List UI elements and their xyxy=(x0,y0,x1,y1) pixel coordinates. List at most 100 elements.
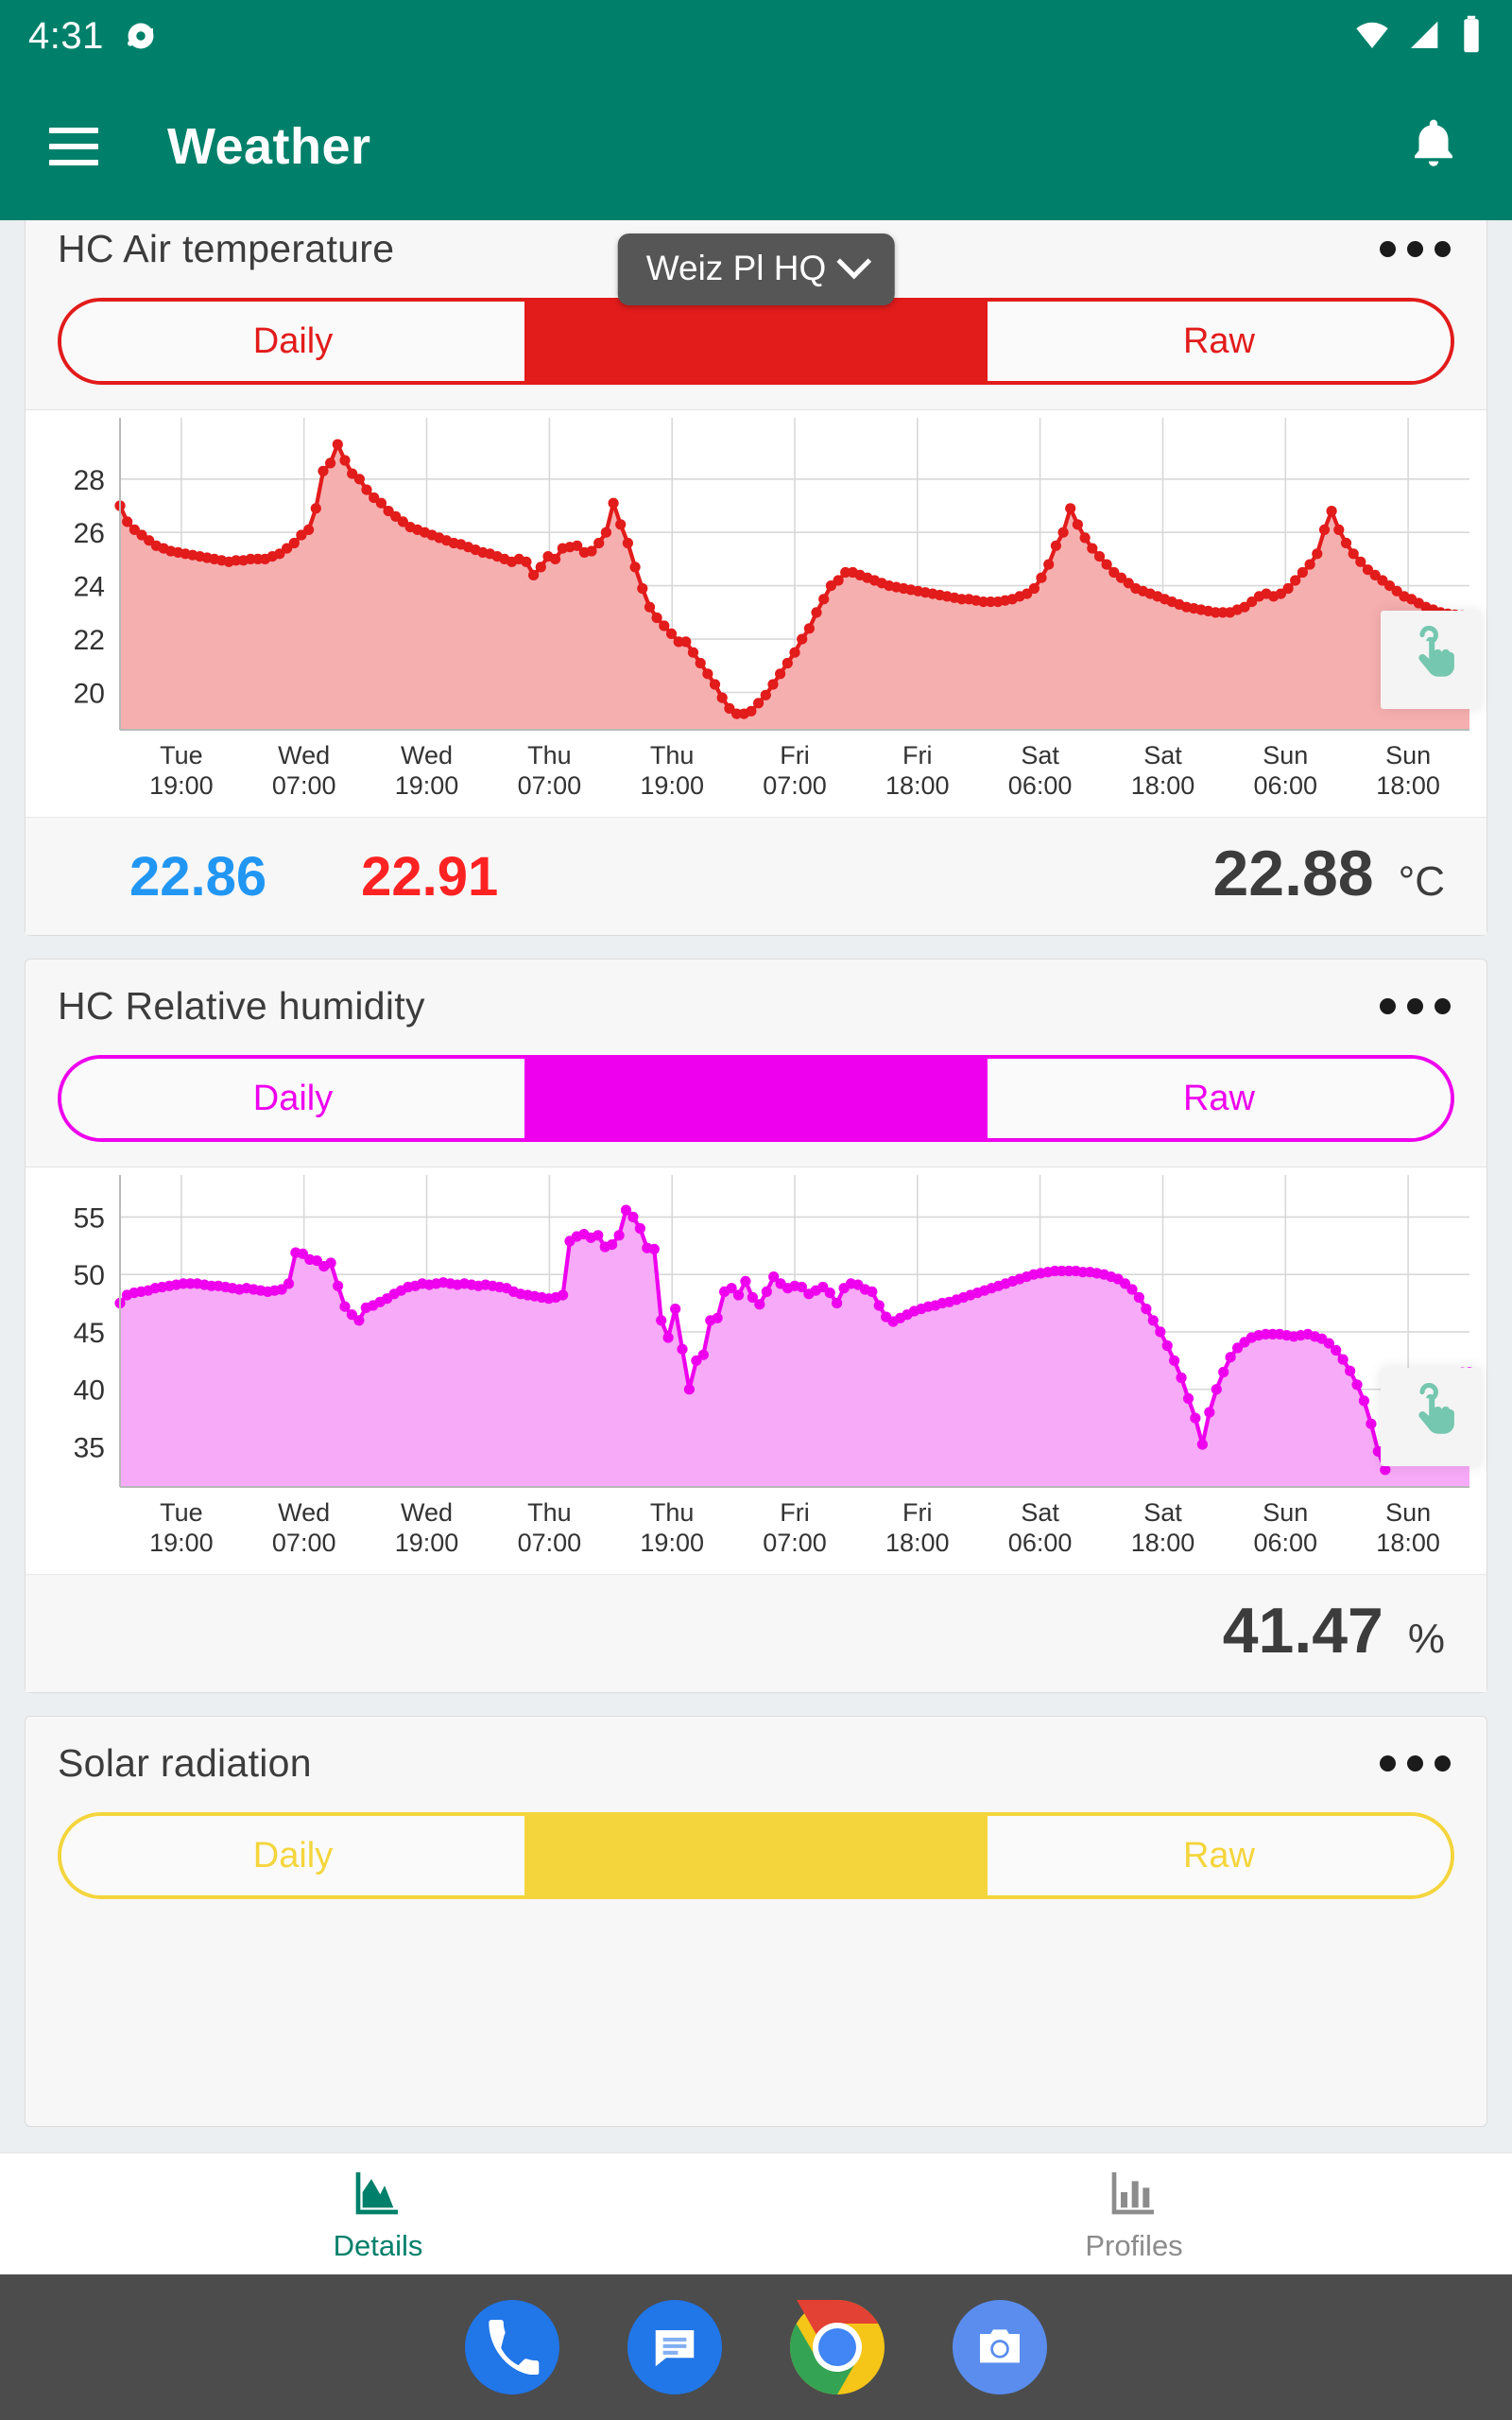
nav-item-profiles[interactable]: Profiles xyxy=(756,2166,1512,2263)
svg-text:Tue: Tue xyxy=(160,1498,203,1527)
overflow-menu-icon[interactable] xyxy=(1376,232,1454,267)
tab-daily[interactable]: Daily xyxy=(61,1816,524,1895)
svg-text:Sun: Sun xyxy=(1263,1498,1308,1527)
svg-text:Sat: Sat xyxy=(1021,741,1059,769)
svg-text:20: 20 xyxy=(74,679,105,710)
tab-daily[interactable]: Daily xyxy=(61,302,524,381)
tab-hourly[interactable]: Hourly xyxy=(524,1816,988,1895)
readout-min: 22.86 xyxy=(129,846,267,908)
svg-text:19:00: 19:00 xyxy=(395,1529,459,1557)
chart-canvas[interactable]: 35 40 45 50 55 Tue 19:00 Wed 07:00 Wed 19:00 Thu 07:… xyxy=(26,1167,1486,1574)
svg-text:26: 26 xyxy=(74,518,105,549)
tab-raw[interactable]: Raw xyxy=(988,302,1451,381)
svg-text:06:00: 06:00 xyxy=(1254,771,1318,800)
svg-text:06:00: 06:00 xyxy=(1254,1529,1318,1557)
svg-text:19:00: 19:00 xyxy=(395,771,459,800)
app-bar: Weather xyxy=(0,72,1512,220)
svg-text:Sat: Sat xyxy=(1143,741,1182,769)
svg-text:06:00: 06:00 xyxy=(1008,771,1073,800)
station-selector-chip[interactable]: Weiz Pl HQ xyxy=(617,233,895,305)
svg-text:Thu: Thu xyxy=(650,1498,695,1527)
svg-text:24: 24 xyxy=(74,572,105,603)
svg-text:18:00: 18:00 xyxy=(885,771,950,800)
messages-icon[interactable] xyxy=(627,2300,722,2394)
phone-icon[interactable] xyxy=(465,2300,559,2394)
svg-text:07:00: 07:00 xyxy=(763,1529,827,1557)
camera-icon[interactable] xyxy=(953,2300,1047,2394)
svg-text:35: 35 xyxy=(74,1433,105,1464)
status-bar: 4:31 xyxy=(0,0,1512,72)
tab-raw[interactable]: Raw xyxy=(988,1059,1451,1138)
bar-chart-icon xyxy=(1108,2166,1160,2223)
svg-text:Fri: Fri xyxy=(780,741,809,769)
period-segmented-control: Daily Hourly Raw xyxy=(58,1055,1454,1142)
tab-hourly[interactable]: Hourly xyxy=(524,302,988,381)
svg-text:Wed: Wed xyxy=(278,741,330,769)
svg-text:19:00: 19:00 xyxy=(149,771,214,800)
svg-text:Sun: Sun xyxy=(1385,741,1431,769)
svg-text:22: 22 xyxy=(74,625,105,656)
touch-gesture-hint-icon xyxy=(1381,611,1481,709)
android-dock xyxy=(0,2274,1512,2420)
chevron-down-icon xyxy=(835,244,871,280)
svg-text:Fri: Fri xyxy=(902,741,932,769)
svg-text:18:00: 18:00 xyxy=(1131,1529,1195,1557)
chart-air-temperature[interactable]: 20 22 24 26 28 Tue 19:00 Wed 07:00 Wed 19:00 Thu 07:… xyxy=(26,409,1486,817)
readout-current: 22.88 xyxy=(1212,838,1374,909)
svg-text:18:00: 18:00 xyxy=(1376,1529,1440,1557)
svg-text:Wed: Wed xyxy=(401,741,453,769)
card-title: HC Relative humidity xyxy=(58,984,425,1028)
svg-text:50: 50 xyxy=(74,1260,105,1291)
hamburger-menu-icon[interactable] xyxy=(49,127,98,165)
card-header: HC Relative humidity xyxy=(26,959,1486,1038)
readout-current: 41.47 xyxy=(1222,1595,1383,1667)
svg-text:Sun: Sun xyxy=(1263,741,1308,769)
card-relative-humidity: HC Relative humidity Daily Hourly Raw 35… xyxy=(25,959,1487,1693)
tab-raw[interactable]: Raw xyxy=(988,1816,1451,1895)
readout-unit: % xyxy=(1407,1616,1445,1662)
chart-canvas[interactable]: 20 22 24 26 28 Tue 19:00 Wed 07:00 Wed 19:00 Thu 07:… xyxy=(26,410,1486,817)
readout-unit: °C xyxy=(1398,858,1445,905)
tab-daily[interactable]: Daily xyxy=(61,1059,524,1138)
svg-text:18:00: 18:00 xyxy=(885,1529,950,1557)
card-air-temperature: HC Air temperature Daily Hourly Raw 20 22… xyxy=(25,220,1487,936)
period-segmented-control: Daily Hourly Raw xyxy=(58,298,1454,385)
svg-text:07:00: 07:00 xyxy=(272,1529,336,1557)
svg-text:07:00: 07:00 xyxy=(518,771,582,800)
notification-dot-icon xyxy=(123,18,159,54)
chart-relative-humidity[interactable]: 35 40 45 50 55 Tue 19:00 Wed 07:00 Wed 19:00 Thu 07:… xyxy=(26,1167,1486,1574)
readout-max: 22.91 xyxy=(361,846,499,908)
overflow-menu-icon[interactable] xyxy=(1376,989,1454,1024)
svg-text:18:00: 18:00 xyxy=(1131,771,1195,800)
status-bar-clock: 4:31 xyxy=(28,14,104,57)
svg-text:40: 40 xyxy=(74,1375,105,1407)
svg-text:Sun: Sun xyxy=(1385,1498,1431,1527)
nav-item-details[interactable]: Details xyxy=(0,2166,756,2263)
chrome-icon[interactable] xyxy=(790,2300,885,2394)
svg-text:Wed: Wed xyxy=(401,1498,453,1527)
svg-text:Sat: Sat xyxy=(1143,1498,1182,1527)
card-title: Solar radiation xyxy=(58,1741,312,1785)
readout-air-temperature: 22.86 22.91 22.88 °C xyxy=(26,817,1486,935)
svg-text:06:00: 06:00 xyxy=(1008,1529,1073,1557)
signal-icon xyxy=(1406,15,1444,58)
phone-screen: 4:31 Weather HC Air temperature Daily Ho… xyxy=(0,0,1512,2420)
tab-hourly[interactable]: Hourly xyxy=(524,1059,988,1138)
svg-text:19:00: 19:00 xyxy=(640,771,704,800)
readout-relative-humidity: 41.47 % xyxy=(26,1574,1486,1692)
svg-text:Fri: Fri xyxy=(780,1498,809,1527)
period-segmented-control: Daily Hourly Raw xyxy=(58,1812,1454,1899)
overflow-menu-icon[interactable] xyxy=(1376,1746,1454,1781)
svg-text:07:00: 07:00 xyxy=(272,771,336,800)
svg-text:Wed: Wed xyxy=(278,1498,330,1527)
bell-icon[interactable] xyxy=(1404,114,1463,178)
bottom-navigation: Details Profiles xyxy=(0,2152,1512,2274)
touch-gesture-hint-icon xyxy=(1381,1368,1481,1466)
svg-text:45: 45 xyxy=(74,1318,105,1349)
card-solar-radiation: Solar radiation Daily Hourly Raw xyxy=(25,1716,1487,2127)
svg-text:07:00: 07:00 xyxy=(763,771,827,800)
wifi-icon xyxy=(1353,15,1391,58)
scroll-content[interactable]: HC Air temperature Daily Hourly Raw 20 22… xyxy=(0,220,1512,2152)
svg-text:07:00: 07:00 xyxy=(518,1529,582,1557)
card-title: HC Air temperature xyxy=(58,227,395,270)
